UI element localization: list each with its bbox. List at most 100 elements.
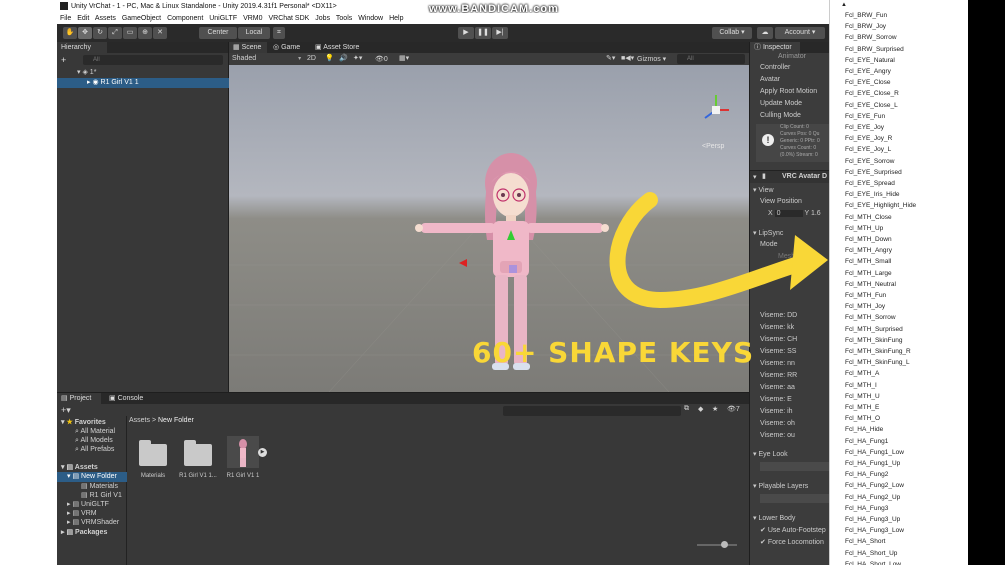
shape-key-option[interactable]: Fcl_MTH_Down <box>845 234 892 245</box>
orientation-gizmo-icon[interactable] <box>704 95 729 119</box>
create-plus-icon[interactable]: + <box>61 55 66 65</box>
hidden-packages-toggle[interactable]: 👁7 <box>727 405 740 413</box>
shape-key-option[interactable]: Fcl_EYE_Joy_L <box>845 144 891 155</box>
shape-key-option[interactable]: Fcl_MTH_O <box>845 413 880 424</box>
tree-item[interactable]: ▤ R1 Girl V1 <box>81 491 122 499</box>
component-header[interactable]: Animator <box>778 53 806 60</box>
audio-toggle-icon[interactable]: 🔊 <box>339 54 348 62</box>
tab-project[interactable]: ▤ Project <box>57 393 101 404</box>
shape-key-option[interactable]: Fcl_EYE_Fun <box>845 111 885 122</box>
menu-edit[interactable]: Edit <box>77 15 89 22</box>
force-locomotion-checkbox[interactable]: ✔ Force Locomotion <box>760 538 824 546</box>
pivot-local-button[interactable]: Local <box>238 27 270 39</box>
grid-snap-icon[interactable]: ⌗ <box>273 27 285 39</box>
tree-item[interactable]: ▤ Materials <box>81 482 118 490</box>
shape-key-option[interactable]: Fcl_HA_Short <box>845 536 885 547</box>
tab-asset-store[interactable]: ▣ Asset Store <box>311 42 371 53</box>
shape-key-option[interactable]: Fcl_EYE_Sorrow <box>845 156 895 167</box>
collapse-arrow-icon[interactable]: ▾ <box>753 173 757 181</box>
shape-key-option[interactable]: Fcl_MTH_Angry <box>845 245 892 256</box>
shape-key-option[interactable]: Fcl_HA_Fung2 <box>845 469 888 480</box>
shape-key-option[interactable]: Fcl_BRW_Joy <box>845 21 886 32</box>
favorites-header[interactable]: ▾ ★ Favorites <box>61 418 106 426</box>
expand-prefab-icon[interactable]: ▶ <box>258 448 267 457</box>
shape-key-option[interactable]: Fcl_EYE_Close_R <box>845 88 899 99</box>
shape-key-option[interactable]: Fcl_MTH_Sorrow <box>845 312 896 323</box>
shape-key-option[interactable]: Fcl_MTH_Neutral <box>845 279 896 290</box>
shape-key-option[interactable]: Fcl_HA_Fung1_Up <box>845 458 900 469</box>
shape-key-option[interactable]: Fcl_EYE_Spread <box>845 178 895 189</box>
shape-key-option[interactable]: Fcl_MTH_SkinFung_L <box>845 357 910 368</box>
filter-type-icon[interactable]: ⧉ <box>684 405 689 413</box>
menu-component[interactable]: Component <box>167 15 203 22</box>
tree-item[interactable]: ▸ ▤ UniGLTF <box>67 500 109 508</box>
2d-toggle[interactable]: 2D <box>307 55 316 62</box>
lower-body-section[interactable]: ▾ Lower Body <box>753 514 795 522</box>
menu-vrm0[interactable]: VRM0 <box>243 15 262 22</box>
shape-key-option[interactable]: Fcl_HA_Fung2_Low <box>845 480 904 491</box>
account-button[interactable]: Account ▾ <box>775 27 825 39</box>
tools-icon[interactable]: ✎▾ <box>606 54 615 62</box>
transform-tool-icon[interactable]: ⊕ <box>138 27 152 39</box>
shape-key-option[interactable]: Fcl_BRW_Surprised <box>845 44 904 55</box>
favorite-star-icon[interactable]: ★ <box>712 405 718 413</box>
shape-key-option[interactable]: Fcl_HA_Fung3_Up <box>845 514 900 525</box>
eye-look-button[interactable] <box>760 462 829 471</box>
shape-key-option[interactable]: Fcl_MTH_E <box>845 402 879 413</box>
filter-label-icon[interactable]: ◆ <box>698 405 703 413</box>
menu-assets[interactable]: Assets <box>95 15 116 22</box>
project-search-input[interactable] <box>503 406 681 416</box>
tab-scene[interactable]: ▦ Scene <box>229 42 267 53</box>
scene-search-input[interactable]: All <box>677 54 745 64</box>
shape-key-option[interactable]: Fcl_EYE_Surprised <box>845 167 902 178</box>
shape-key-option[interactable]: Fcl_MTH_A <box>845 368 879 379</box>
shape-key-option[interactable]: Fcl_MTH_Up <box>845 223 883 234</box>
shape-key-option[interactable]: Fcl_HA_Fung1_Low <box>845 447 904 458</box>
tree-item[interactable]: ▸ ▤ VRM <box>67 509 97 517</box>
packages-header[interactable]: ▸ ▤ Packages <box>61 528 107 536</box>
eye-look-section[interactable]: ▾ Eye Look <box>753 450 788 458</box>
menu-help[interactable]: Help <box>389 15 403 22</box>
tree-item[interactable]: ▸ ▤ VRMShader <box>67 518 119 526</box>
tab-game[interactable]: ◎ Game <box>269 42 307 53</box>
shape-key-option[interactable]: Fcl_BRW_Sorrow <box>845 32 897 43</box>
hierarchy-search-input[interactable]: All <box>83 55 223 65</box>
hierarchy-row-selected[interactable]: ▸ ◉ R1 Girl V1 1 <box>57 78 229 88</box>
menu-vrchat-sdk[interactable]: VRChat SDK <box>268 15 309 22</box>
folder-icon[interactable] <box>184 440 212 466</box>
move-tool-icon[interactable]: ✥ <box>78 27 92 39</box>
transform-gizmo-icon[interactable] <box>459 259 467 267</box>
breadcrumb-current[interactable]: New Folder <box>158 417 194 424</box>
playable-layers-button[interactable] <box>760 494 829 503</box>
tab-inspector[interactable]: ⓘ Inspector <box>750 42 800 53</box>
custom-tool-icon[interactable]: ✕ <box>153 27 167 39</box>
shape-key-option[interactable]: Fcl_EYE_Joy_R <box>845 133 892 144</box>
favorites-item[interactable]: ⌕ All Prefabs <box>75 446 114 454</box>
menu-jobs[interactable]: Jobs <box>315 15 330 22</box>
shape-key-option[interactable]: Fcl_HA_Hide <box>845 424 883 435</box>
pivot-center-button[interactable]: Center <box>199 27 237 39</box>
folder-icon[interactable] <box>139 440 167 466</box>
camera-icon[interactable]: ■◀▾ <box>621 54 634 62</box>
shape-key-option[interactable]: Fcl_MTH_Surprised <box>845 324 903 335</box>
shape-key-option[interactable]: Fcl_HA_Short_Up <box>845 548 897 559</box>
tab-console[interactable]: ▣ Console <box>105 393 149 404</box>
menu-window[interactable]: Window <box>358 15 383 22</box>
scroll-up-icon[interactable]: ▲ <box>841 2 847 8</box>
shading-mode-dropdown[interactable]: Shaded ▾ <box>232 55 301 62</box>
rect-tool-icon[interactable]: ▭ <box>123 27 137 39</box>
favorites-item[interactable]: ⌕ All Models <box>75 437 113 445</box>
gizmos-dropdown[interactable]: Gizmos ▾ <box>637 55 666 63</box>
scene-row[interactable]: ▾ ◈ 1* <box>57 68 229 78</box>
hand-tool-icon[interactable]: ✋ <box>63 27 77 39</box>
shape-key-option[interactable]: Fcl_MTH_Joy <box>845 301 885 312</box>
menu-unigltf[interactable]: UniGLTF <box>209 15 237 22</box>
thumbnail-size-slider[interactable] <box>697 544 737 546</box>
tree-item-selected[interactable]: ▾ ▤ New Folder <box>57 472 127 482</box>
shape-key-option[interactable]: Fcl_HA_Fung3_Low <box>845 525 904 536</box>
slider-handle[interactable] <box>721 541 728 548</box>
shape-key-option[interactable]: Fcl_EYE_Angry <box>845 66 891 77</box>
project-create-plus-icon[interactable]: +▾ <box>61 405 71 416</box>
shape-key-option[interactable]: Fcl_MTH_Close <box>845 212 892 223</box>
shape-key-option[interactable]: Fcl_MTH_SkinFung <box>845 335 902 346</box>
